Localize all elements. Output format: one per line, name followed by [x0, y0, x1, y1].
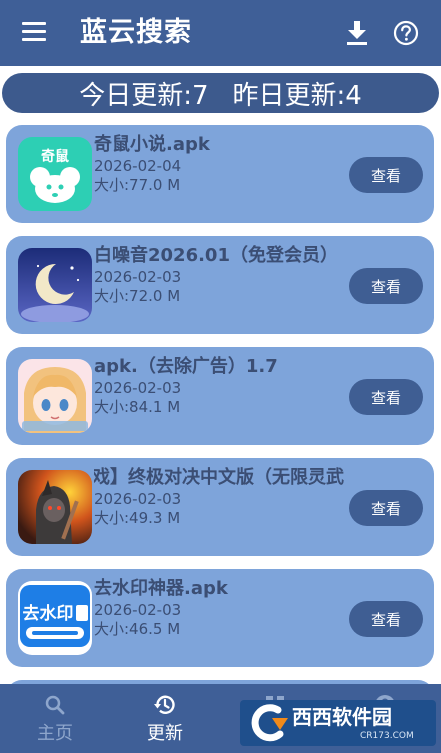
anime-girl-app-icon [18, 359, 92, 433]
watermark-remover-app-icon: 去水印 [18, 581, 92, 655]
item-name: 去水印神器.apk [94, 578, 228, 599]
item-info: 1.7（去除广告）.apk 2026-02-03 大小:84.1 M [94, 355, 344, 439]
list-item[interactable]: 1.7（去除广告）.apk 2026-02-03 大小:84.1 M 查看 [6, 347, 434, 445]
item-size: 大小:46.5 M [94, 620, 181, 638]
view-button[interactable]: 查看 [349, 601, 423, 637]
watermark-url: CR173.COM [360, 731, 414, 741]
qishu-mouse-app-icon: 奇鼠 [18, 137, 92, 211]
list-item[interactable]: 奇鼠 奇鼠小说.apk 2026-02-04 大小:77.0 M 查看 [6, 125, 434, 223]
help-icon[interactable] [393, 20, 419, 46]
item-info: 去水印神器.apk 2026-02-03 大小:46.5 M [94, 577, 344, 661]
item-info: 奇鼠小说.apk 2026-02-04 大小:77.0 M [94, 133, 344, 217]
game-warrior-app-icon [18, 470, 92, 544]
svg-text:去水印: 去水印 [23, 603, 74, 624]
view-button[interactable]: 查看 [349, 268, 423, 304]
today-updates: 今日更新:7 [79, 80, 209, 111]
app-title: 蓝云搜索 [80, 17, 192, 48]
item-name: 奇鼠小说.apk [94, 134, 210, 155]
view-button[interactable]: 查看 [349, 157, 423, 193]
history-icon [153, 693, 177, 717]
app-root: 蓝云搜索 今日更新:7 昨日更新:4 奇鼠 奇鼠小说.apk 2026-02-0… [0, 0, 441, 753]
yesterday-updates: 昨日更新:4 [232, 80, 362, 111]
item-size: 大小:49.3 M [94, 509, 181, 527]
item-size: 大小:72.0 M [94, 287, 181, 305]
item-date: 2026-02-03 [94, 268, 182, 286]
item-date: 2026-02-03 [94, 601, 182, 619]
watermark-logo-icon [251, 704, 288, 742]
app-list[interactable]: 奇鼠 奇鼠小说.apk 2026-02-04 大小:77.0 M 查看 白噪音2… [0, 118, 441, 684]
item-date: 2026-02-03 [94, 490, 182, 508]
list-item[interactable]: 戏】终极对决中文版（无限灵武 2026-02-03 大小:49.3 M 查看 [6, 458, 434, 556]
item-info: 戏】终极对决中文版（无限灵武 2026-02-03 大小:49.3 M [94, 466, 344, 550]
search-icon [43, 693, 67, 717]
svg-text:奇鼠: 奇鼠 [41, 148, 69, 165]
update-stats-banner: 今日更新:7 昨日更新:4 [2, 73, 439, 113]
list-item[interactable]: 白噪音2026.01（免登会员） 2026-02-03 大小:72.0 M 查看 [6, 236, 434, 334]
view-button[interactable]: 查看 [349, 490, 423, 526]
item-date: 2026-02-03 [94, 379, 182, 397]
watermark-text: 西西软件园 [292, 705, 392, 729]
item-name: 白噪音2026.01（免登会员） [94, 245, 338, 266]
item-name: 戏】终极对决中文版（无限灵武 [94, 467, 344, 488]
list-item[interactable]: 去水印 去水印神器.apk 2026-02-03 大小:46.5 M 查看 [6, 569, 434, 667]
nav-home[interactable]: 主页 [0, 684, 110, 753]
download-icon[interactable] [345, 20, 369, 46]
nav-updates[interactable]: 更新 [110, 684, 220, 753]
item-info: 白噪音2026.01（免登会员） 2026-02-03 大小:72.0 M [94, 244, 344, 328]
item-size: 大小:84.1 M [94, 398, 181, 416]
view-button[interactable]: 查看 [349, 379, 423, 415]
item-date: 2026-02-04 [94, 157, 182, 175]
item-name: 1.7（去除广告）.apk [94, 356, 278, 377]
moon-night-app-icon [18, 248, 92, 322]
hamburger-menu-icon[interactable] [22, 22, 46, 42]
item-size: 大小:77.0 M [94, 176, 181, 194]
nav-updates-label: 更新 [147, 723, 183, 744]
nav-home-label: 主页 [37, 723, 73, 744]
site-watermark: 西西软件园 CR173.COM [240, 700, 436, 746]
top-app-bar: 蓝云搜索 [0, 0, 441, 66]
